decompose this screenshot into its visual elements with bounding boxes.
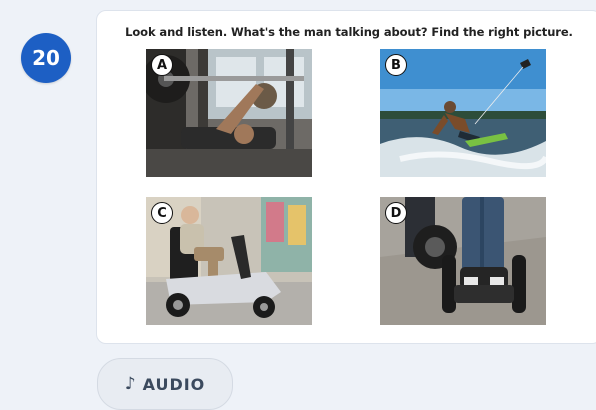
music-note-icon: ♪ xyxy=(124,374,136,394)
audio-button-label: AUDIO xyxy=(142,375,206,394)
audio-button[interactable]: ♪ AUDIO xyxy=(97,358,233,410)
question-number-badge: 20 xyxy=(21,33,71,83)
option-d-label: D xyxy=(385,202,407,224)
question-prompt: Look and listen. What's the man talking … xyxy=(125,25,573,39)
option-b-picture[interactable]: B xyxy=(380,49,546,177)
left-rail: 20 xyxy=(0,0,96,401)
option-b-label: B xyxy=(385,54,407,76)
option-c-label: C xyxy=(151,202,173,224)
option-d-picture[interactable]: D xyxy=(380,197,546,325)
question-card: Look and listen. What's the man talking … xyxy=(96,10,596,344)
option-c-picture[interactable]: C xyxy=(146,197,312,325)
option-a-picture[interactable]: A xyxy=(146,49,312,177)
option-a-label: A xyxy=(151,54,173,76)
